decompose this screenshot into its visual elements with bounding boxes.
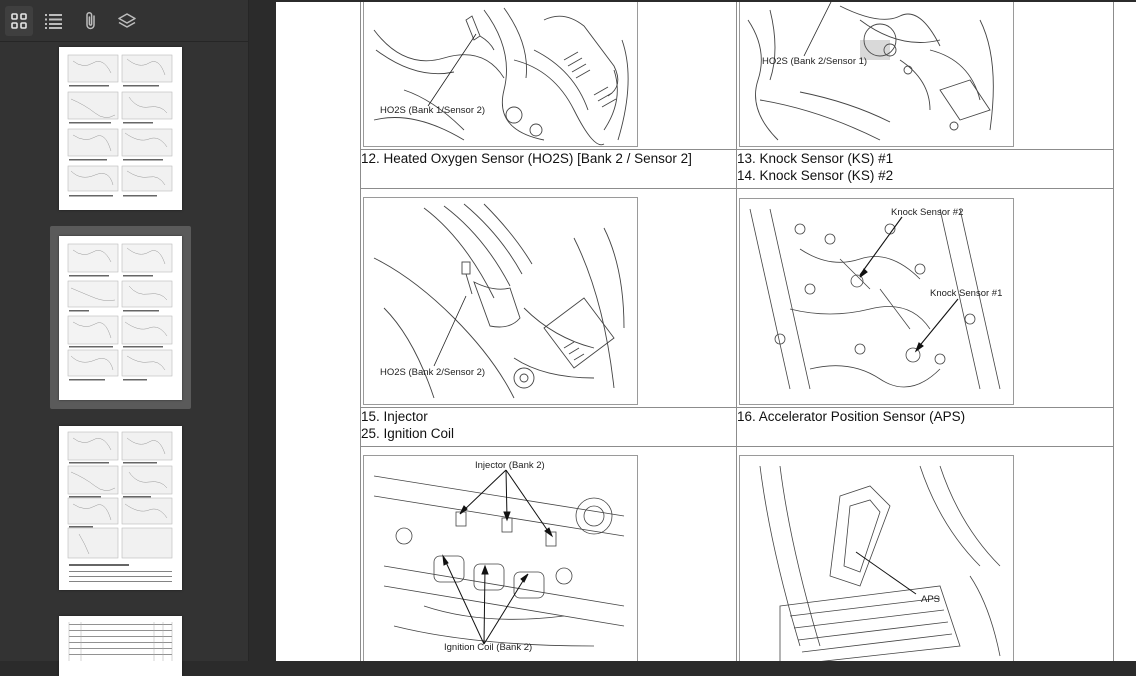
pedal-illustration (759, 465, 1001, 661)
outline-view-button[interactable] (40, 6, 68, 36)
page-thumbnail-selected[interactable] (59, 236, 182, 400)
component-label: 25. Ignition Coil (361, 426, 455, 441)
ho2s-bank1-sensor2-figure: HO2S (Bank 1/Sensor 2) (363, 0, 638, 147)
page-top-edge (276, 0, 1136, 2)
injector-ignition-coil-figure: Injector (Bank 2) Ignition Coil (Bank 2) (363, 455, 638, 661)
figure-cell: HO2S (Bank 2/Sensor 2) (360, 188, 737, 408)
figure-callout: Injector (Bank 2) (475, 460, 545, 471)
page-thumbnail-preview (67, 54, 173, 197)
figure-callout: Ignition Coil (Bank 2) (444, 642, 533, 653)
document-page: HO2S (Bank 1/Sensor 2) HO2S (Bank 2/Sens… (276, 0, 1136, 661)
figure-cell: APS (736, 446, 1114, 661)
component-label: 12. Heated Oxygen Sensor (HO2S) [Bank 2 … (361, 151, 692, 166)
layers-icon (118, 13, 136, 28)
component-label: 16. Accelerator Position Sensor (APS) (737, 409, 966, 424)
component-label: 14. Knock Sensor (KS) #2 (737, 168, 894, 183)
engine-illustration (749, 208, 1001, 390)
page-thumbnail-preview (68, 622, 173, 661)
figure-cell: HO2S (Bank 1/Sensor 2) (360, 0, 737, 150)
sensor-location-table: HO2S (Bank 1/Sensor 2) HO2S (Bank 2/Sens… (360, 0, 1114, 661)
ho2s-bank2-sensor1-figure: HO2S (Bank 2/Sensor 1) (739, 0, 1014, 147)
page-thumbnail[interactable] (59, 47, 182, 210)
list-icon (45, 14, 62, 29)
table-cell-label: 15. Injector 25. Ignition Coil (360, 407, 737, 447)
figure-callout: Knock Sensor #1 (930, 288, 1003, 299)
engine-illustration (373, 7, 629, 146)
figure-cell: HO2S (Bank 2/Sensor 1) (736, 0, 1114, 150)
thumbnail-sidebar (0, 0, 249, 676)
figure-callout: Knock Sensor #2 (891, 207, 964, 218)
document-viewer[interactable]: HO2S (Bank 1/Sensor 2) HO2S (Bank 2/Sens… (249, 0, 1136, 661)
grid-icon (11, 13, 27, 29)
page-thumbnail-preview (67, 431, 173, 582)
figure-callout: HO2S (Bank 1/Sensor 2) (380, 105, 486, 116)
layers-view-button[interactable] (113, 6, 141, 36)
engine-illustration (747, 0, 994, 141)
knock-sensor-figure: Knock Sensor #2 Knock Sensor #1 (739, 198, 1014, 405)
figure-callout: HO2S (Bank 2/Sensor 2) (380, 367, 486, 378)
component-label: 13. Knock Sensor (KS) #1 (737, 151, 894, 166)
attachments-view-button[interactable] (77, 6, 105, 36)
page-thumbnail[interactable] (59, 616, 182, 676)
figure-cell: Injector (Bank 2) Ignition Coil (Bank 2) (360, 446, 737, 661)
figure-cell: Knock Sensor #2 Knock Sensor #1 (736, 188, 1114, 408)
figure-callout: APS (921, 594, 941, 605)
table-cell-label: 12. Heated Oxygen Sensor (HO2S) [Bank 2 … (360, 149, 737, 189)
engine-illustration (373, 469, 625, 647)
table-cell-label: 16. Accelerator Position Sensor (APS) (736, 407, 1114, 447)
figure-callout: HO2S (Bank 2/Sensor 1) (762, 56, 868, 67)
page-thumbnail-preview (67, 243, 173, 381)
component-label: 15. Injector (361, 409, 428, 424)
page-thumbnail[interactable] (59, 426, 182, 590)
table-cell-label: 13. Knock Sensor (KS) #1 14. Knock Senso… (736, 149, 1114, 189)
thumbnails-view-button[interactable] (5, 6, 33, 36)
ho2s-bank2-sensor2-figure: HO2S (Bank 2/Sensor 2) (363, 197, 638, 405)
sidebar-toolbar (0, 0, 249, 42)
accelerator-position-sensor-figure: APS (739, 455, 1014, 661)
paperclip-icon (86, 11, 95, 30)
